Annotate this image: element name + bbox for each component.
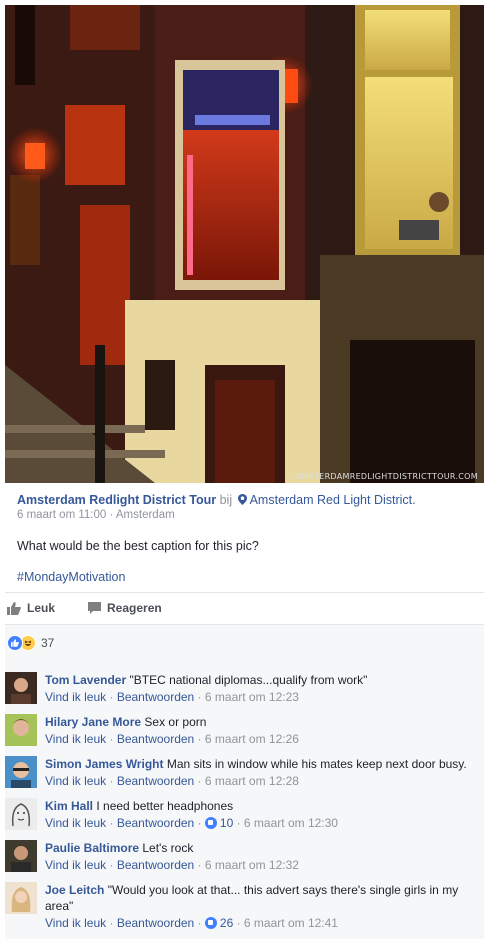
- comment-like-link[interactable]: Vind ik leuk: [45, 732, 106, 746]
- like-count-icon: [204, 917, 217, 929]
- comment-like-link[interactable]: Vind ik leuk: [45, 690, 106, 704]
- avatar[interactable]: [5, 714, 37, 746]
- comment-reply-link[interactable]: Beantwoorden: [117, 690, 194, 704]
- comment-author[interactable]: Kim Hall: [45, 799, 93, 813]
- comment-like-count[interactable]: 26: [220, 916, 233, 930]
- comment-time[interactable]: 6 maart om 12:30: [244, 816, 338, 830]
- photo-watermark: AmsterdamRedLightDistrictTour.com: [295, 472, 478, 481]
- comment-time[interactable]: 6 maart om 12:26: [205, 732, 299, 746]
- comment-bubble-icon: [88, 602, 101, 614]
- comment-like-link[interactable]: Vind ik leuk: [45, 858, 106, 872]
- post-caption: What would be the best caption for this …: [17, 539, 259, 553]
- comment-time[interactable]: 6 maart om 12:28: [205, 774, 299, 788]
- like-count-icon: [204, 817, 217, 829]
- comment-reply-link[interactable]: Beantwoorden: [117, 774, 194, 788]
- location-pin-icon: [237, 494, 247, 505]
- reactions-bar[interactable]: 37: [5, 625, 484, 661]
- comment-text: "Would you look at that... this advert s…: [45, 883, 459, 913]
- post-bij: bij: [219, 493, 233, 507]
- comment-label: Reageren: [107, 601, 162, 615]
- comment-reply-link[interactable]: Beantwoorden: [117, 732, 194, 746]
- avatar[interactable]: [5, 882, 37, 914]
- post-photo[interactable]: AmsterdamRedLightDistrictTour.com: [5, 5, 484, 483]
- comment-like-link[interactable]: Vind ik leuk: [45, 916, 106, 930]
- reaction-count[interactable]: 37: [41, 636, 54, 650]
- divider: [5, 592, 484, 593]
- comment-like-link[interactable]: Vind ik leuk: [45, 774, 106, 788]
- avatar[interactable]: [5, 798, 37, 830]
- comment-time[interactable]: 6 maart om 12:23: [205, 690, 299, 704]
- thumbs-up-icon: [7, 601, 21, 615]
- comment-reply-link[interactable]: Beantwoorden: [117, 858, 194, 872]
- post-date[interactable]: 6 maart om 11:00: [17, 509, 106, 521]
- like-label: Leuk: [27, 601, 56, 615]
- comment-reply-link[interactable]: Beantwoorden: [117, 916, 194, 930]
- comment-button[interactable]: Reageren: [88, 601, 162, 615]
- place-link[interactable]: Amsterdam Red Light District.: [250, 493, 416, 507]
- comment-like-link[interactable]: Vind ik leuk: [45, 816, 106, 830]
- post-info: Amsterdam Redlight District Tour bij Ams…: [5, 483, 484, 584]
- like-reaction-icon: [7, 635, 23, 651]
- comment-author[interactable]: Tom Lavender: [45, 673, 126, 687]
- comment-author[interactable]: Simon James Wright: [45, 757, 163, 771]
- comment-reply-link[interactable]: Beantwoorden: [117, 816, 194, 830]
- comment-author[interactable]: Joe Leitch: [45, 883, 104, 897]
- avatar[interactable]: [5, 672, 37, 704]
- comment-text: "BTEC national diplomas...qualify from w…: [129, 673, 368, 687]
- comment-text: Let's rock: [142, 841, 194, 855]
- comment-author[interactable]: Paulie Baltimore: [45, 841, 139, 855]
- avatar[interactable]: [5, 840, 37, 872]
- comment-text: I need better headphones: [96, 799, 234, 813]
- hashtag-link[interactable]: #MondayMotivation: [5, 570, 484, 584]
- comment-author[interactable]: Hilary Jane More: [45, 715, 141, 729]
- comment-text: Man sits in window while his mates keep …: [166, 757, 467, 771]
- post-actions: Leuk Reageren: [5, 598, 484, 620]
- comment-time[interactable]: 6 maart om 12:41: [244, 916, 338, 930]
- meta-separator: ·: [109, 509, 114, 521]
- comment-like-count[interactable]: 10: [220, 816, 233, 830]
- page-name-link[interactable]: Amsterdam Redlight District Tour: [17, 493, 216, 507]
- comment-time[interactable]: 6 maart om 12:32: [205, 858, 299, 872]
- comment-text: Sex or porn: [144, 715, 207, 729]
- post-location: Amsterdam: [115, 509, 175, 521]
- like-button[interactable]: Leuk: [7, 601, 55, 615]
- photo-illustration: [5, 5, 484, 483]
- avatar[interactable]: [5, 756, 37, 788]
